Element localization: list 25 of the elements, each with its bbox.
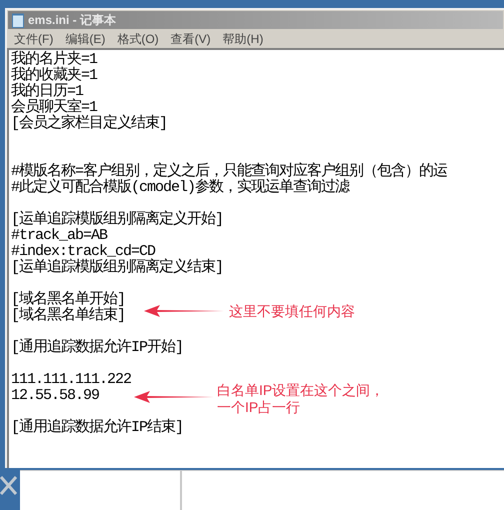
notepad-icon	[12, 12, 24, 28]
text-line: 我的日历=1	[11, 84, 84, 100]
text-line: [运单追踪模版组别隔离定义开始]	[11, 212, 224, 228]
text-line: 111.111.111.222	[11, 372, 132, 388]
menu-item[interactable]: 文件(F)	[11, 30, 56, 48]
text-line: [域名黑名单结束]	[11, 308, 126, 324]
menu-item[interactable]: 格式(O)	[114, 30, 162, 48]
text-line: 我的收藏夹=1	[11, 68, 98, 84]
text-line: [通用追踪数据允许IP结束]	[11, 420, 184, 436]
text-line: #此定义可配合模版(cmodel)参数，实现运单查询过滤	[11, 180, 350, 196]
annotation-text: 这里不要填任何内容	[229, 303, 355, 320]
annotation-text: 白名单IP设置在这个之间， 一个IP占一行	[217, 382, 384, 416]
text-line: [通用追踪数据允许IP开始]	[11, 340, 184, 356]
window-title: ems.ini - 记事本	[28, 14, 116, 26]
text-line: #模版名称=客户组别，定义之后，只能查询对应客户组别（包含）的运	[11, 164, 448, 180]
text-line: 我的名片夹=1	[11, 52, 98, 68]
menu-item[interactable]: 帮助(H)	[220, 30, 266, 48]
text-line: #track_ab=AB	[11, 228, 108, 244]
text-line: [运单追踪模版组别隔离定义结束]	[11, 260, 224, 276]
menu-item[interactable]: 编辑(E)	[62, 30, 108, 48]
text-line: [域名黑名单开始]	[11, 292, 126, 308]
text-line: [会员之家栏目定义结束]	[11, 116, 168, 132]
text-line: 12.55.58.99	[11, 388, 100, 404]
text-line: #index:track_cd=CD	[11, 244, 156, 260]
menu-item[interactable]: 查看(V)	[168, 30, 214, 48]
